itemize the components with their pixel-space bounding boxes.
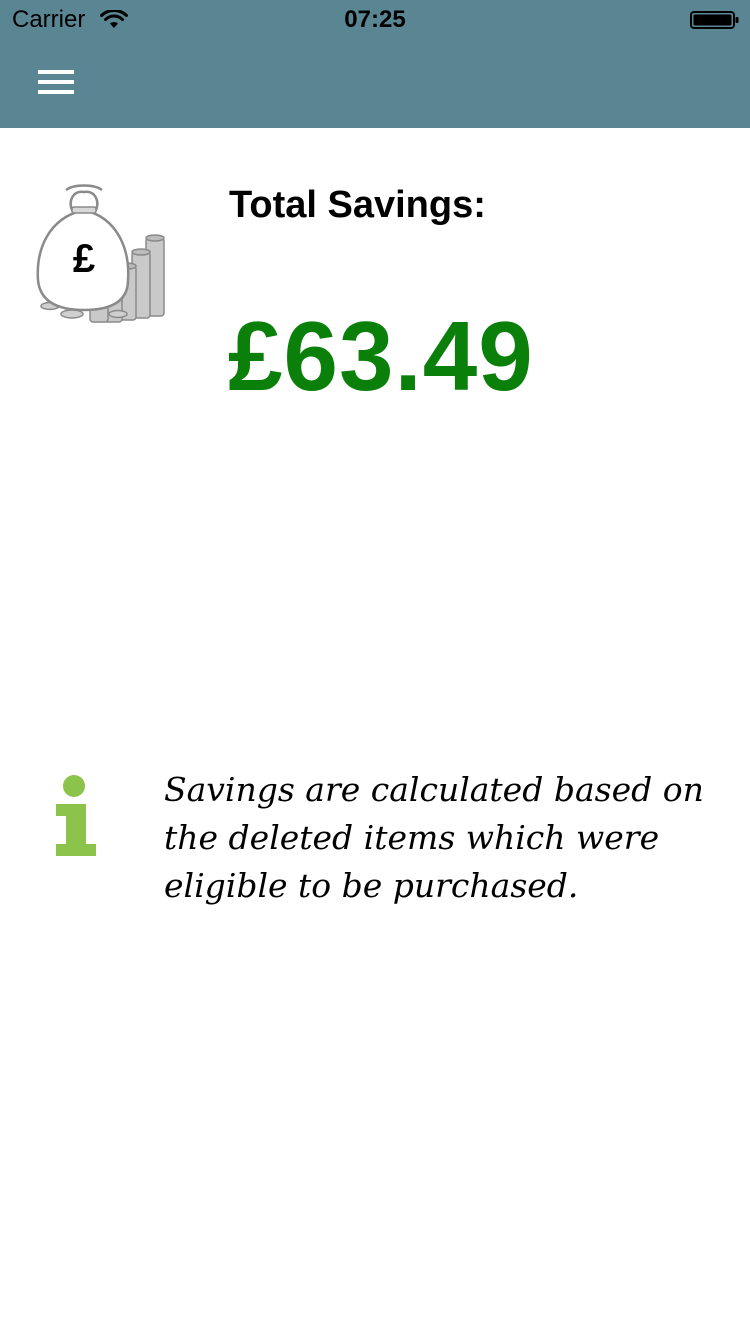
svg-text:£: £: [73, 237, 95, 281]
status-bar: Carrier 07:25: [0, 0, 750, 40]
menu-button[interactable]: [30, 62, 82, 102]
info-icon: [56, 775, 96, 856]
status-time: 07:25: [344, 6, 406, 33]
savings-amount: £63.49: [228, 301, 534, 411]
app-header: Carrier 07:25: [0, 0, 750, 128]
savings-info-text: Savings are calculated based on the dele…: [164, 770, 704, 905]
hamburger-menu-icon: [38, 70, 74, 74]
money-bag-coins-icon: £: [36, 184, 165, 323]
savings-title: Total Savings:: [229, 184, 486, 226]
battery-icon: [690, 11, 739, 29]
